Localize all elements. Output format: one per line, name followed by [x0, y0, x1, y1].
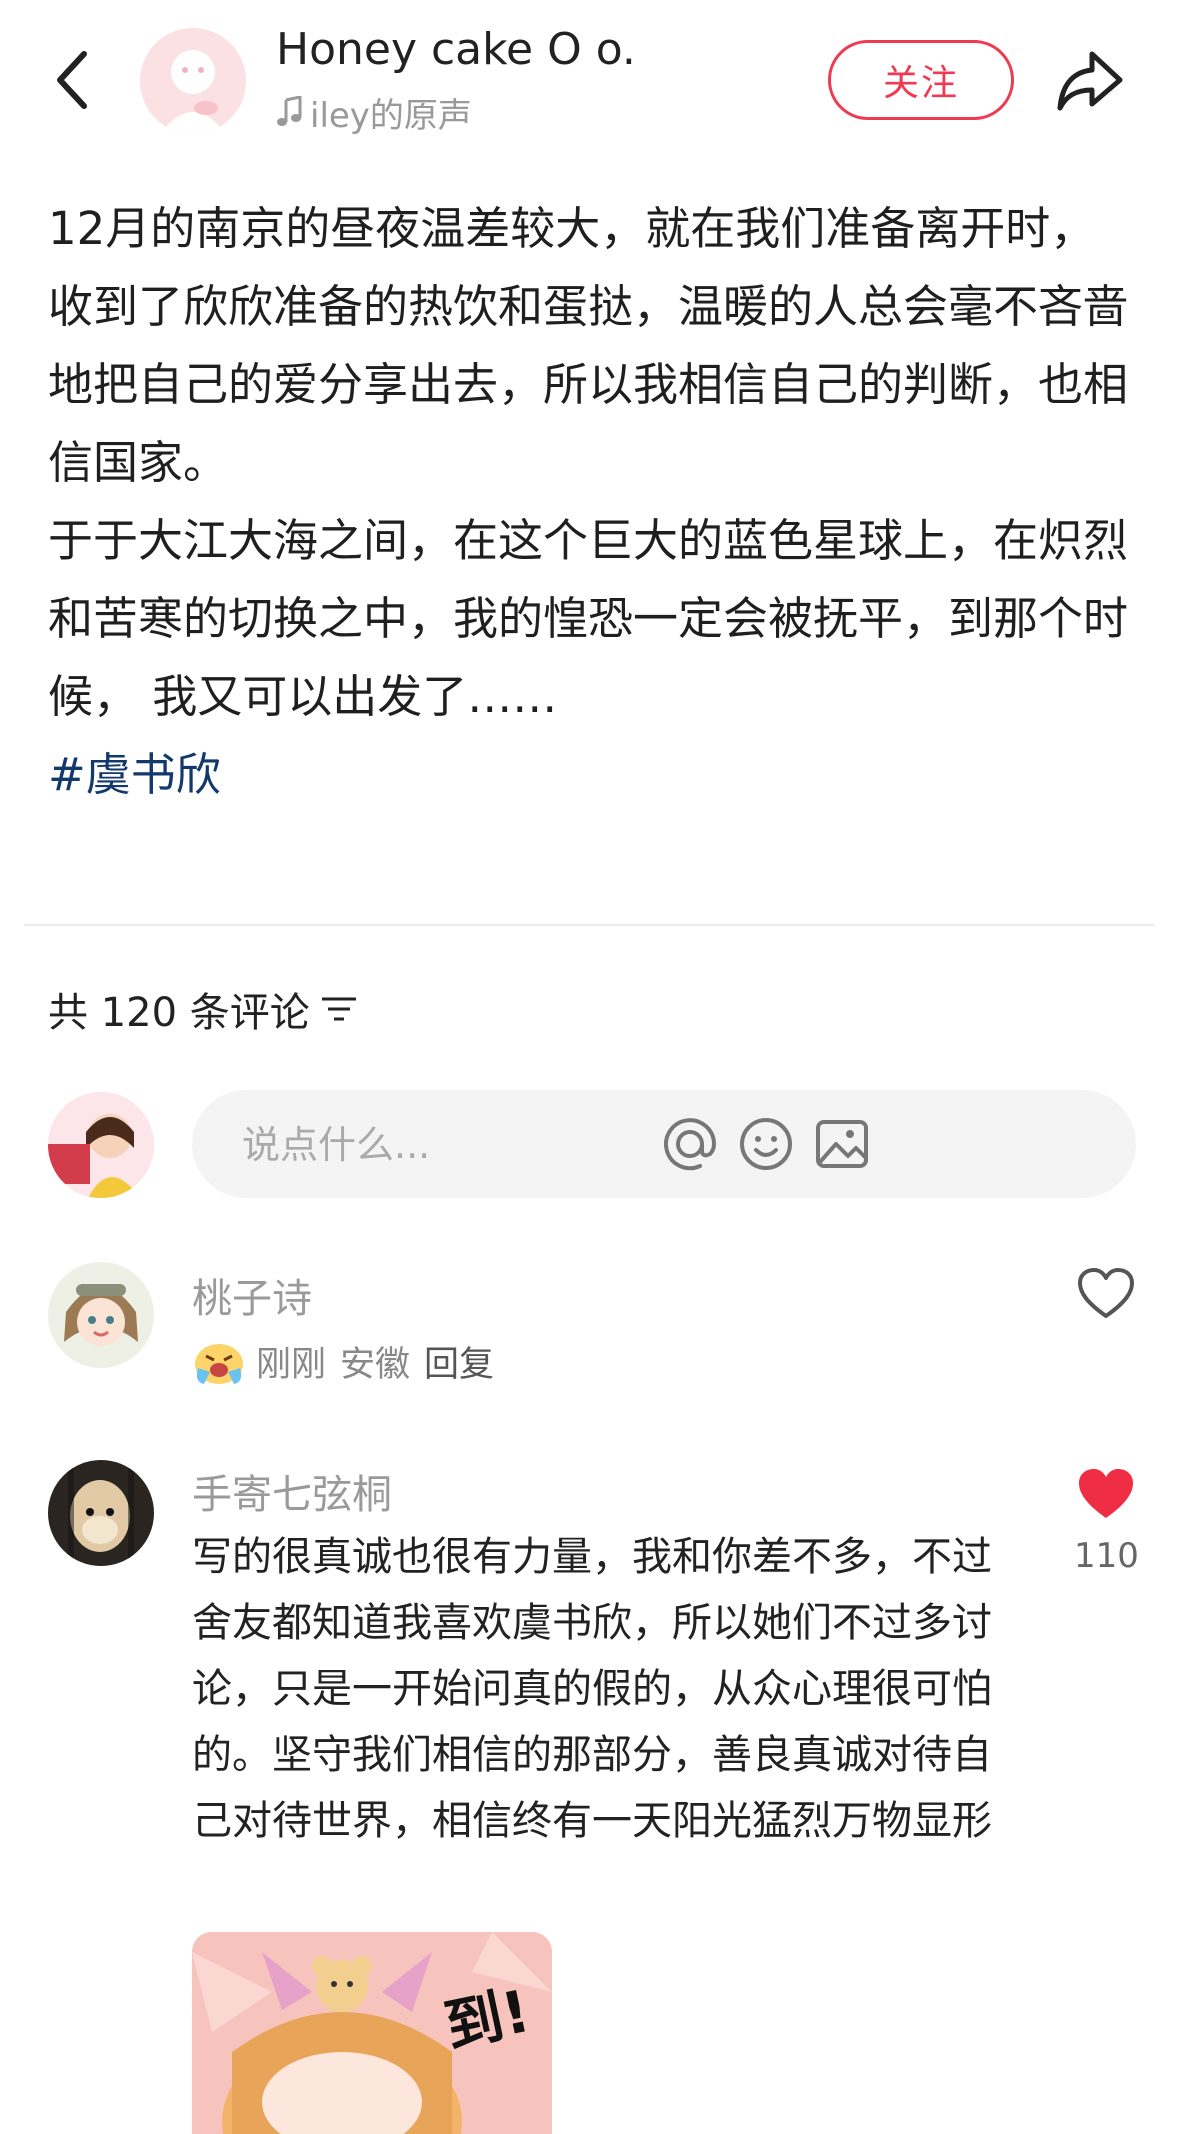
author-name[interactable]: Honey cake O o.	[276, 24, 636, 75]
commenter-avatar[interactable]	[48, 1262, 154, 1368]
music-label: iley的原声	[310, 95, 472, 136]
current-user-avatar[interactable]	[48, 1092, 154, 1198]
comment-meta: 刚刚 安徽 回复	[192, 1336, 494, 1387]
comment-sticker-image[interactable]: 到!	[192, 1932, 552, 2134]
emoji-icon[interactable]	[736, 1114, 796, 1174]
like-heart-filled-icon[interactable]	[1076, 1466, 1136, 1522]
like-heart-outline-icon[interactable]	[1076, 1266, 1136, 1322]
comment-location: 安徽	[340, 1345, 411, 1385]
divider	[24, 924, 1155, 926]
share-icon[interactable]	[1052, 44, 1128, 116]
author-avatar[interactable]	[140, 28, 246, 134]
reply-button[interactable]: 回复	[424, 1336, 494, 1387]
follow-button[interactable]: 关注	[828, 40, 1014, 120]
post-paragraph: 于于大江大海之间，在这个巨大的蓝色星球上，在炽烈和苦寒的切换之中，我的惶恐一定会…	[48, 514, 1129, 723]
like-count: 110	[1074, 1536, 1139, 1576]
comment-time: 刚刚	[256, 1345, 327, 1385]
comment-text: 写的很真诚也很有力量，我和你差不多，不过舍友都知道我喜欢虞书欣，所以她们不过多讨…	[192, 1534, 992, 1844]
back-arrow-icon[interactable]	[44, 40, 104, 120]
comment-count-header: 共 120 条评论	[48, 980, 358, 1038]
post-content: 12月的南京的昼夜温差较大，就在我们准备离开时，收到了欣欣准备的热饮和蛋挞，温暖…	[48, 190, 1138, 814]
comment-input-bar[interactable]	[192, 1090, 1136, 1200]
commenter-avatar[interactable]	[48, 1460, 154, 1566]
sort-filter-icon[interactable]	[320, 994, 358, 1024]
commenter-name[interactable]: 手寄七弦桐	[192, 1462, 392, 1520]
crying-emoji-icon	[195, 1343, 243, 1384]
hashtag-link[interactable]: #虞书欣	[48, 736, 1138, 814]
commenter-name[interactable]: 桃子诗	[192, 1266, 312, 1324]
mention-icon[interactable]	[660, 1114, 720, 1174]
music-source[interactable]: iley的原声	[276, 90, 472, 136]
sticker-text: 到!	[438, 1976, 536, 2061]
post-paragraph: 12月的南京的昼夜温差较大，就在我们准备离开时，收到了欣欣准备的热饮和蛋挞，温暖…	[48, 202, 1129, 489]
image-icon[interactable]	[812, 1114, 872, 1174]
comment-count-label: 共 120 条评论	[48, 990, 310, 1036]
top-bar: Honey cake O o. iley的原声 关注	[0, 0, 1179, 160]
music-note-icon	[277, 96, 302, 126]
